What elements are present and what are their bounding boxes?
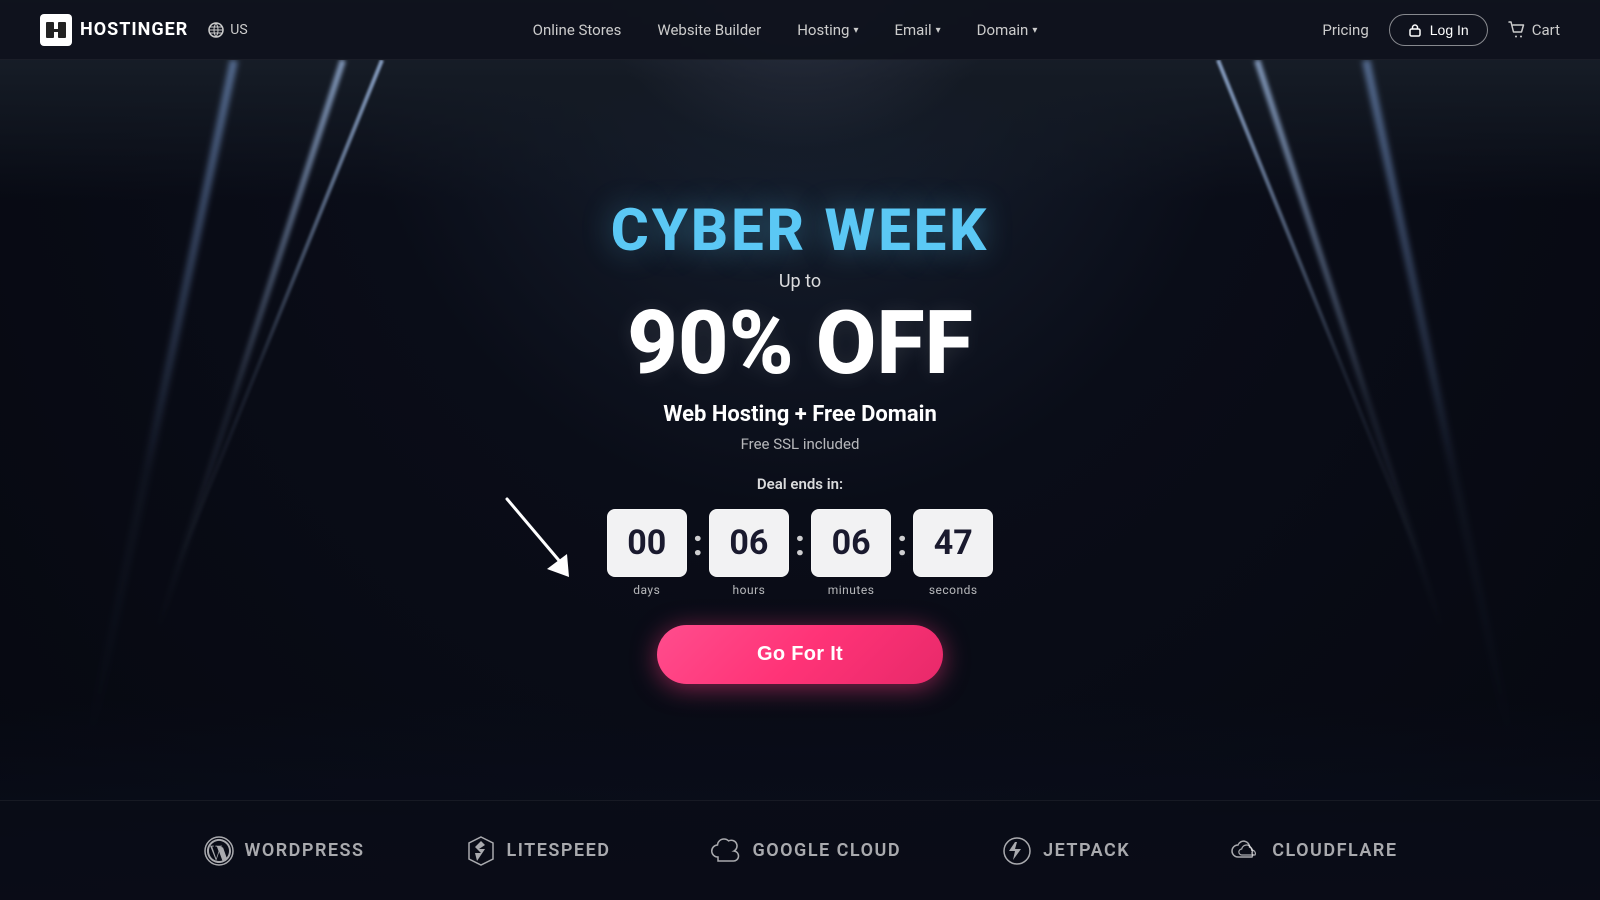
jetpack-label: Jetpack	[1043, 840, 1130, 861]
nav-hosting[interactable]: Hosting ▾	[797, 21, 858, 39]
discount-text: 90% OFF	[627, 300, 973, 388]
lock-icon	[1408, 23, 1422, 37]
hostinger-logo-svg	[44, 18, 68, 42]
seconds-label: seconds	[929, 583, 978, 597]
nav-website-builder[interactable]: Website Builder	[657, 21, 761, 39]
partner-cloudflare: Cloudflare	[1230, 835, 1397, 867]
jetpack-icon	[1001, 835, 1033, 867]
days-label: days	[633, 583, 660, 597]
arrow-svg	[487, 489, 587, 589]
hosting-chevron: ▾	[853, 25, 858, 36]
sep-3: :	[897, 522, 907, 584]
language-selector[interactable]: US	[208, 22, 247, 38]
wordpress-icon	[203, 835, 235, 867]
partner-google-cloud: Google Cloud	[710, 835, 901, 867]
partner-litespeed: LiteSpeed	[465, 835, 611, 867]
hours-value: 06	[709, 509, 789, 577]
cart-button[interactable]: Cart	[1508, 21, 1560, 39]
nav-right: Pricing Log In Cart	[1322, 14, 1560, 46]
cart-icon	[1508, 21, 1526, 39]
globe-icon	[208, 22, 224, 38]
ssl-text: Free SSL included	[741, 435, 860, 453]
login-label: Log In	[1430, 22, 1469, 38]
countdown-minutes: 06 minutes	[811, 509, 891, 597]
nav-left: HOSTINGER US	[40, 14, 248, 46]
deal-ends-text: Deal ends in:	[757, 475, 843, 493]
cyber-week-title: CYBER WEEK	[611, 197, 990, 265]
up-to-text: Up to	[779, 271, 821, 292]
nav-online-stores[interactable]: Online Stores	[533, 21, 622, 39]
cloudflare-label: Cloudflare	[1272, 840, 1397, 861]
days-value: 00	[607, 509, 687, 577]
countdown-seconds: 47 seconds	[913, 509, 993, 597]
logo[interactable]: HOSTINGER	[40, 14, 188, 46]
sep-2: :	[795, 522, 805, 584]
brand-name: HOSTINGER	[80, 19, 188, 40]
seconds-value: 47	[913, 509, 993, 577]
litespeed-label: LiteSpeed	[507, 840, 611, 861]
hours-label: hours	[733, 583, 766, 597]
nav-center: Online Stores Website Builder Hosting ▾ …	[533, 21, 1038, 39]
email-chevron: ▾	[936, 25, 941, 36]
nav-email[interactable]: Email ▾	[895, 21, 941, 39]
countdown-timer: 00 days : 06 hours : 06 minutes : 47 sec…	[607, 509, 993, 597]
google-cloud-icon	[710, 835, 742, 867]
hosting-subtitle: Web Hosting + Free Domain	[663, 402, 937, 427]
partner-jetpack: Jetpack	[1001, 835, 1130, 867]
nav-domain[interactable]: Domain ▾	[977, 21, 1038, 39]
hero-section: CYBER WEEK Up to 90% OFF Web Hosting + F…	[0, 60, 1600, 800]
litespeed-icon	[465, 835, 497, 867]
login-button[interactable]: Log In	[1389, 14, 1488, 46]
lang-label: US	[230, 22, 247, 38]
sep-1: :	[693, 522, 703, 584]
cta-button[interactable]: Go For It	[657, 625, 943, 684]
partner-wordpress: WordPress	[203, 835, 365, 867]
countdown-hours: 06 hours	[709, 509, 789, 597]
logo-icon	[40, 14, 72, 46]
nav-pricing[interactable]: Pricing	[1322, 21, 1368, 39]
cart-label: Cart	[1532, 21, 1560, 39]
arrow-indicator	[487, 489, 587, 593]
partners-bar: WordPress LiteSpeed Google Cloud Jetpack…	[0, 800, 1600, 900]
minutes-label: minutes	[828, 583, 875, 597]
countdown-days: 00 days	[607, 509, 687, 597]
navbar: HOSTINGER US Online Stores Website Build…	[0, 0, 1600, 60]
domain-chevron: ▾	[1032, 25, 1037, 36]
cloudflare-icon	[1230, 835, 1262, 867]
minutes-value: 06	[811, 509, 891, 577]
google-cloud-label: Google Cloud	[752, 840, 901, 861]
wordpress-label: WordPress	[245, 840, 365, 861]
countdown-wrapper: 00 days : 06 hours : 06 minutes : 47 sec…	[607, 509, 993, 597]
